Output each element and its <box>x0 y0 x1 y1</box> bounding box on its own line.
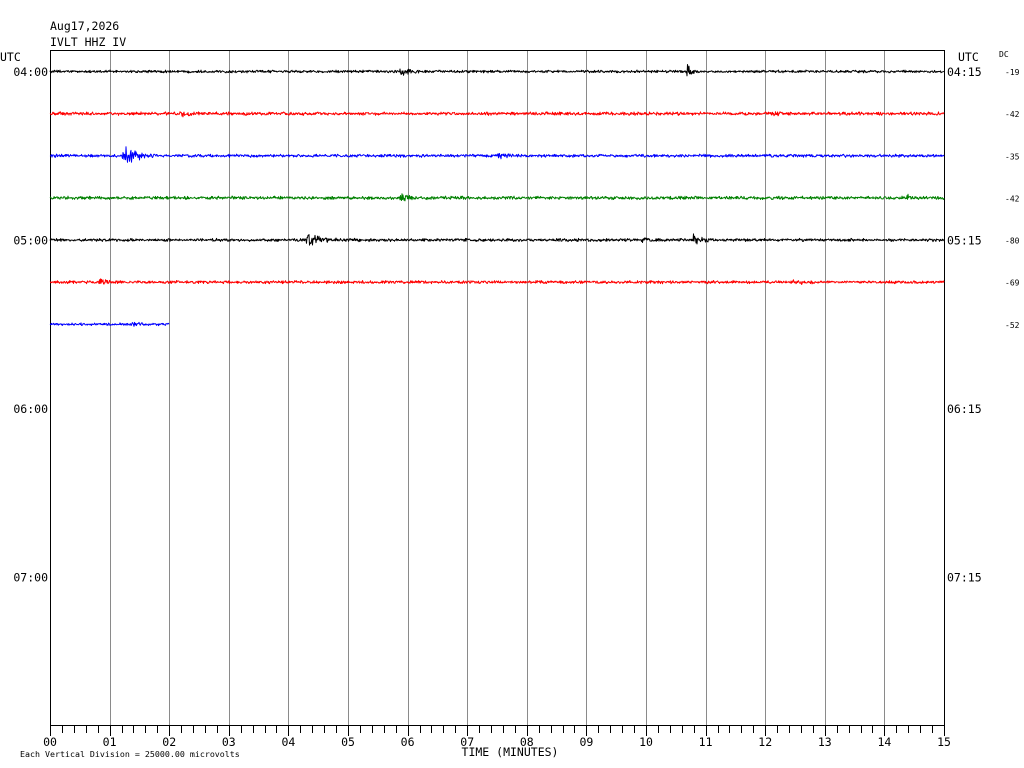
x-tick-label-01: 01 <box>103 735 117 749</box>
hour-label-left-0400: 04:00 <box>13 65 48 79</box>
x-tick-label-00: 00 <box>43 735 57 749</box>
trace-0400 <box>49 64 945 77</box>
dc-offset-values: -19 -42 -35 -42 -80 -69 -52 <box>1005 68 1020 330</box>
minute-grid <box>110 50 885 725</box>
x-tick-label-05: 05 <box>341 735 355 749</box>
helicorder-chart: Aug17,2026 IVLT HHZ IV UTC UTC DC 00 01 02… <box>0 19 1020 759</box>
hour-label-right-0615: 06:15 <box>947 402 982 416</box>
x-tick-label-06: 06 <box>401 735 415 749</box>
trace-0530 <box>49 321 170 327</box>
x-tick-label-09: 09 <box>579 735 593 749</box>
plot-frame <box>50 50 945 726</box>
trace-0515 <box>49 278 945 285</box>
trace-0430 <box>49 146 945 163</box>
x-tick-label-15: 15 <box>937 735 951 749</box>
x-tick-label-14: 14 <box>877 735 891 749</box>
x-tick-label-02: 02 <box>162 735 176 749</box>
hour-label-left-0700: 07:00 <box>13 571 48 585</box>
dc-value-0430: -35 <box>1005 152 1020 161</box>
dc-value-0415: -42 <box>1005 110 1020 119</box>
station-label: IVLT HHZ IV <box>50 35 126 49</box>
dc-value-0400: -19 <box>1005 68 1020 77</box>
dc-value-0530: -52 <box>1005 321 1020 330</box>
date-label: Aug17,2026 <box>50 19 119 33</box>
x-tick-label-13: 13 <box>818 735 832 749</box>
x-tick-label-11: 11 <box>699 735 713 749</box>
x-tick-label-03: 03 <box>222 735 236 749</box>
trace-0445 <box>49 193 945 202</box>
dc-label: DC <box>999 50 1009 59</box>
hour-label-right-0415: 04:15 <box>947 65 982 79</box>
trace-0415 <box>49 111 945 118</box>
hour-label-left-0600: 06:00 <box>13 402 48 416</box>
hour-label-right-0715: 07:15 <box>947 571 982 585</box>
dc-value-0445: -42 <box>1005 194 1020 203</box>
scale-footnote: Each Vertical Division = 25000.00 microv… <box>20 749 240 759</box>
x-tick-label-12: 12 <box>758 735 772 749</box>
dc-value-0515: -69 <box>1005 279 1020 288</box>
x-tick-label-10: 10 <box>639 735 653 749</box>
x-axis-ticks <box>50 725 945 736</box>
x-axis-label: TIME (MINUTES) <box>462 745 559 759</box>
seismic-traces <box>49 64 945 327</box>
x-tick-label-04: 04 <box>281 735 295 749</box>
trace-0500 <box>49 233 945 246</box>
hour-label-right-0515: 05:15 <box>947 234 982 248</box>
utc-label-right: UTC <box>958 50 979 64</box>
hour-label-left-0500: 05:00 <box>13 234 48 248</box>
utc-label-left: UTC <box>0 50 21 64</box>
dc-value-0500: -80 <box>1005 237 1020 246</box>
